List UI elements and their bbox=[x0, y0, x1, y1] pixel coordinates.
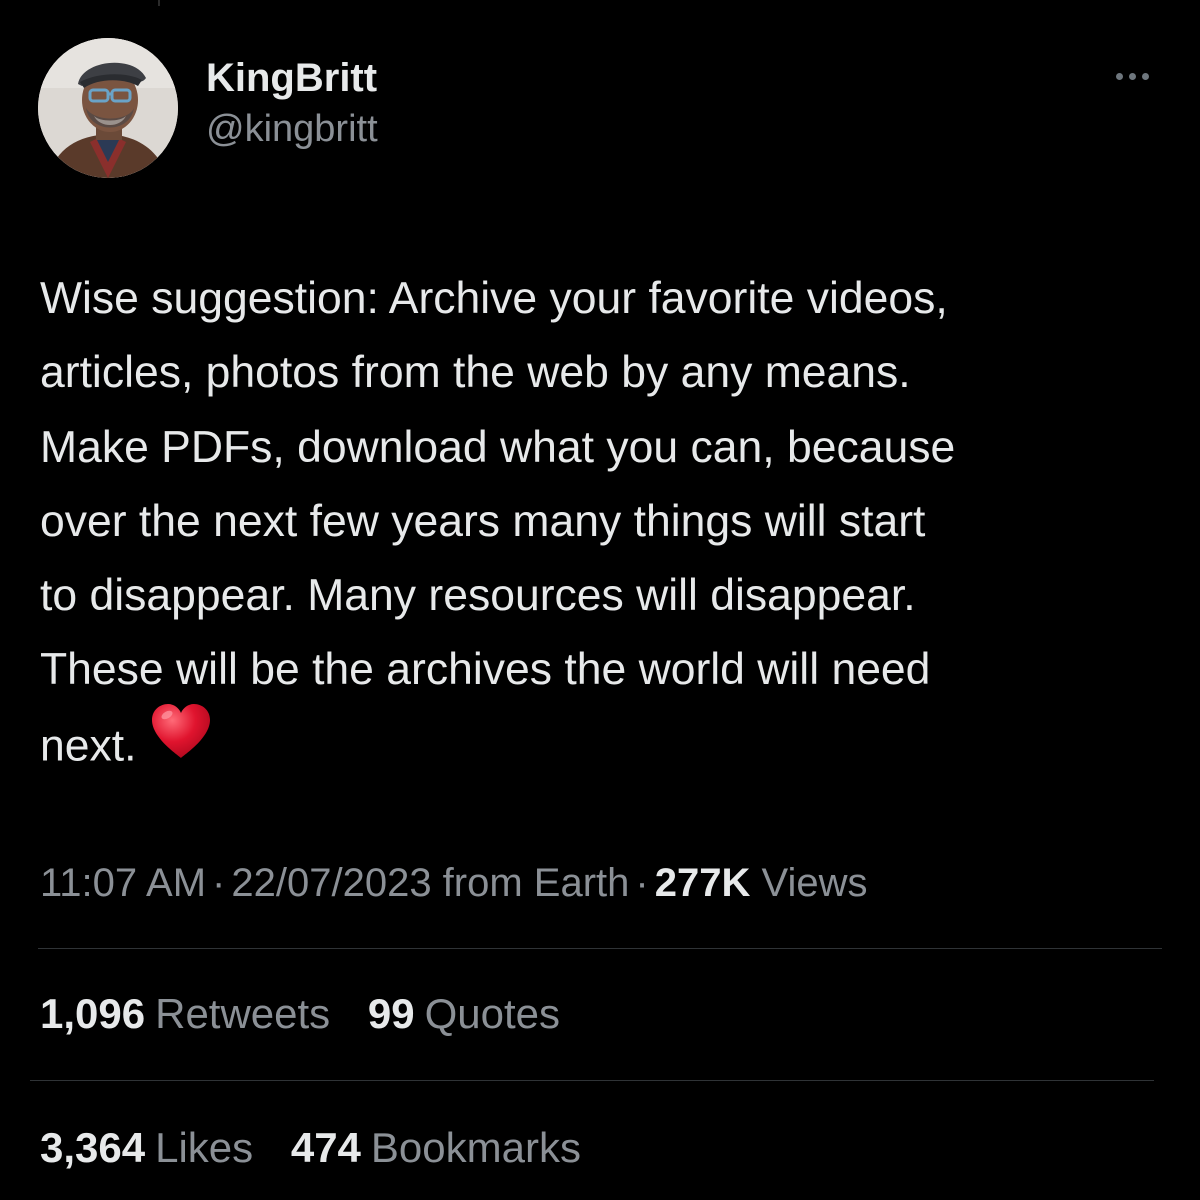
likes-stat[interactable]: 3,364 Likes bbox=[40, 1120, 253, 1176]
bookmarks-stat[interactable]: 474 Bookmarks bbox=[291, 1120, 581, 1176]
red-heart-icon bbox=[150, 702, 212, 783]
quotes-stat[interactable]: 99 Quotes bbox=[368, 986, 560, 1042]
thread-connector bbox=[158, 0, 160, 6]
tweet-text-line: articles, photos from the web by any mea… bbox=[40, 348, 911, 398]
views-count: 277K bbox=[654, 861, 751, 905]
engagement-row-2: 3,364 Likes 474 Bookmarks bbox=[40, 1120, 607, 1176]
tweet-time[interactable]: 11:07 AM bbox=[40, 861, 206, 905]
avatar-photo bbox=[38, 38, 178, 178]
divider bbox=[30, 1080, 1154, 1081]
retweets-stat[interactable]: 1,096 Retweets bbox=[40, 986, 330, 1042]
tweet-text: Wise suggestion: Archive your favorite v… bbox=[40, 262, 1170, 782]
tweet-detail-page: KingBritt @kingbritt Wise suggestion: Ar… bbox=[0, 0, 1200, 1200]
author-display-name[interactable]: KingBritt bbox=[206, 52, 378, 104]
likes-label: Likes bbox=[155, 1124, 254, 1171]
meta-separator: · bbox=[212, 861, 226, 905]
tweet-text-line: next. bbox=[40, 721, 137, 771]
retweets-label: Retweets bbox=[155, 990, 331, 1037]
bookmarks-label: Bookmarks bbox=[370, 1124, 581, 1171]
bookmarks-count: 474 bbox=[290, 1124, 361, 1171]
more-horizontal-icon-dot bbox=[1128, 72, 1136, 80]
tweet-text-line: Wise suggestion: Archive your favorite v… bbox=[40, 274, 948, 323]
tweet-text-line: over the next few years many things will… bbox=[40, 496, 926, 546]
tweet-text-line: to disappear. Many resources will disapp… bbox=[40, 571, 916, 621]
views-label: Views bbox=[761, 861, 868, 905]
tweet-text-line: These will be the archives the world wil… bbox=[40, 645, 931, 695]
retweets-count: 1,096 bbox=[40, 990, 146, 1037]
avatar[interactable] bbox=[38, 38, 178, 178]
more-horizontal-icon bbox=[1115, 72, 1123, 80]
more-options-button[interactable] bbox=[1104, 62, 1160, 90]
meta-separator: · bbox=[635, 861, 649, 905]
tweet-meta: 11:07 AM · 22/07/2023 from Earth · 277K View… bbox=[40, 856, 867, 910]
divider bbox=[38, 948, 1162, 949]
tweet-date-source[interactable]: 22/07/2023 from Earth bbox=[231, 861, 629, 905]
likes-count: 3,364 bbox=[40, 1124, 146, 1171]
author-handle[interactable]: @kingbritt bbox=[206, 104, 378, 154]
engagement-row-1: 1,096 Retweets 99 Quotes bbox=[40, 986, 586, 1042]
more-horizontal-icon-dot bbox=[1141, 72, 1149, 80]
quotes-label: Quotes bbox=[424, 990, 560, 1037]
tweet-text-line: Make PDFs, download what you can, becaus… bbox=[40, 422, 956, 472]
tweet-text-last-line: next. bbox=[40, 703, 1170, 782]
quotes-count: 99 bbox=[367, 990, 415, 1037]
author-block: KingBritt @kingbritt bbox=[206, 52, 378, 154]
